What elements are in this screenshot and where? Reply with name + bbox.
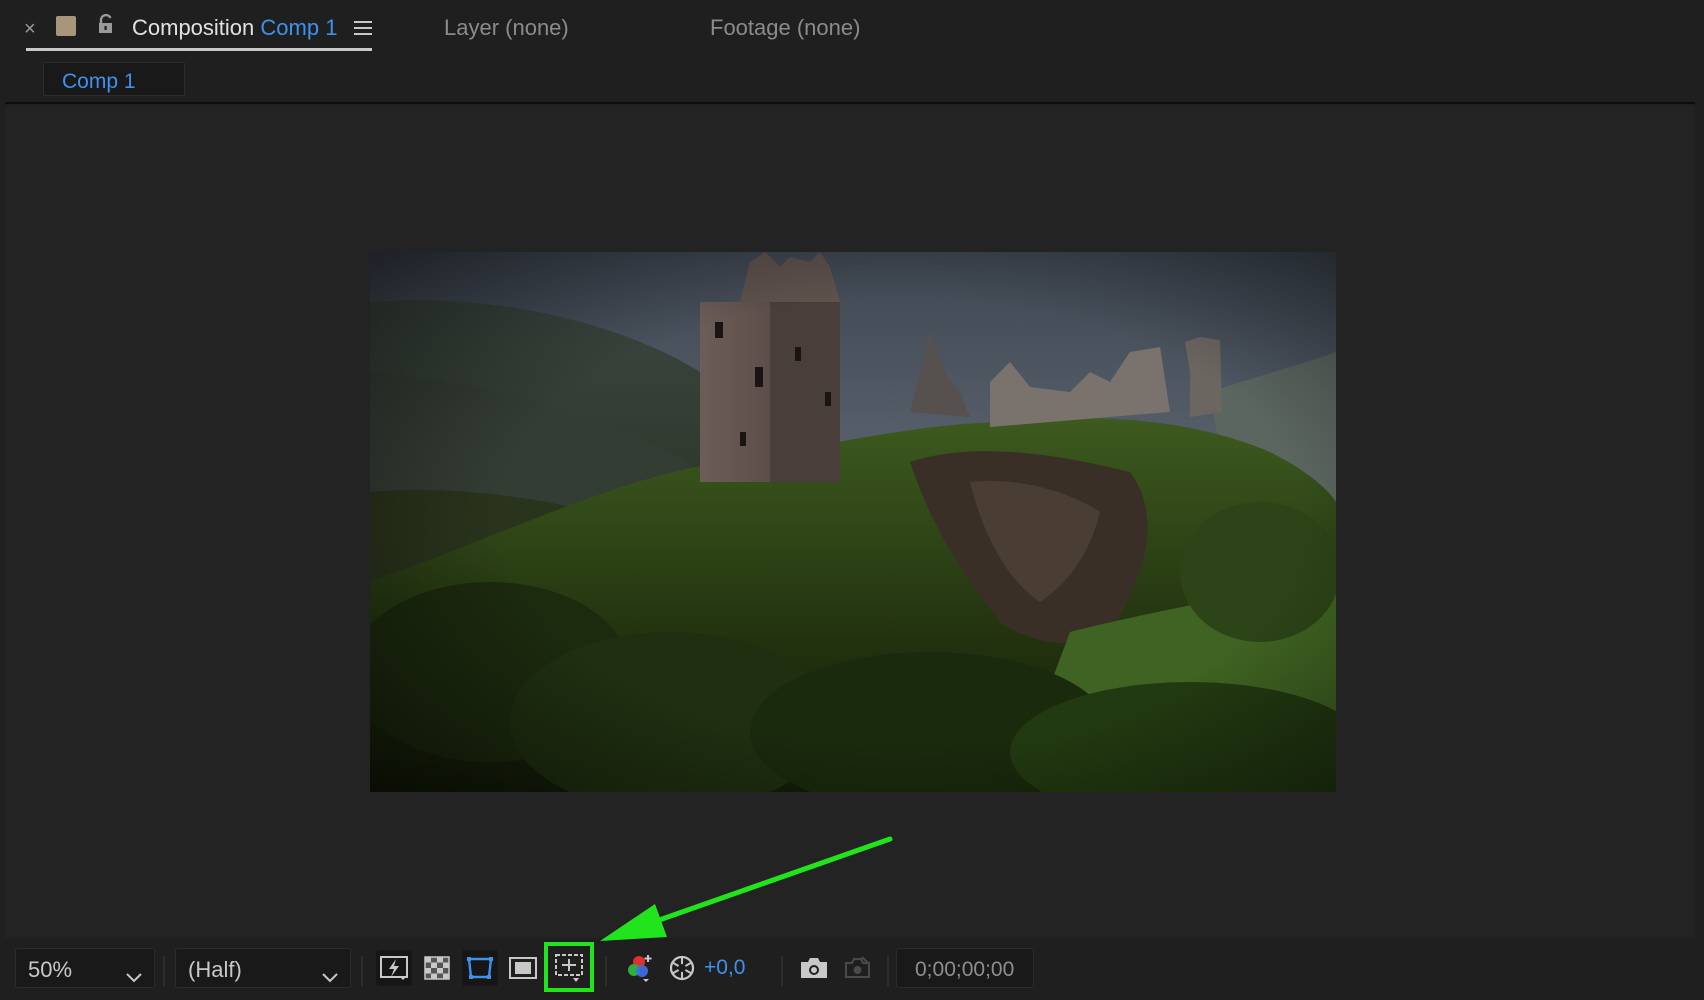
magnification-value: 50%: [28, 957, 73, 982]
grid-guides-highlight: [544, 942, 594, 992]
toolbar-divider: [887, 956, 889, 986]
chevron-down-icon: [322, 963, 338, 989]
active-tab-indicator: [26, 48, 372, 51]
composition-tab-name: Comp 1: [260, 15, 338, 40]
composition-panel: × Composition Comp 1 Layer (none) Footag…: [0, 0, 1704, 1000]
viewer-toolbar: 50% (Half) +0,0: [5, 942, 1695, 994]
toolbar-divider: [163, 956, 165, 986]
breadcrumb-comp[interactable]: Comp 1: [43, 62, 185, 96]
composition-tab-prefix: Composition: [132, 15, 255, 40]
panel-menu-icon[interactable]: [354, 20, 372, 41]
toolbar-divider: [781, 956, 783, 986]
castle-footage-image: [370, 252, 1336, 792]
transparency-grid-icon[interactable]: [419, 950, 455, 986]
footage-tab[interactable]: Footage (none): [710, 15, 860, 41]
layer-tab[interactable]: Layer (none): [444, 15, 569, 41]
unlock-icon[interactable]: [96, 13, 116, 41]
close-tab-icon[interactable]: ×: [24, 18, 36, 41]
region-of-interest-icon[interactable]: [505, 950, 541, 986]
chevron-down-icon: [126, 963, 142, 989]
panel-tab-bar: × Composition Comp 1 Layer (none) Footag…: [0, 0, 1704, 56]
toolbar-divider: [361, 956, 363, 986]
resolution-dropdown[interactable]: (Half): [175, 948, 351, 988]
reset-exposure-icon[interactable]: [664, 950, 700, 986]
magnification-dropdown[interactable]: 50%: [15, 948, 155, 988]
show-channel-icon[interactable]: [621, 950, 657, 986]
exposure-value[interactable]: +0,0: [704, 956, 745, 980]
toolbar-divider: [605, 956, 607, 986]
composition-frame[interactable]: [370, 252, 1336, 792]
mask-path-visibility-icon[interactable]: [462, 950, 498, 986]
composition-navigator: Comp 1: [5, 56, 1695, 104]
composition-tab[interactable]: Composition Comp 1: [132, 15, 337, 41]
current-time-display[interactable]: 0;00;00;00: [896, 948, 1034, 988]
composition-viewer[interactable]: [5, 106, 1695, 938]
fast-previews-icon[interactable]: [376, 950, 412, 986]
snapshot-camera-icon[interactable]: [796, 950, 832, 986]
resolution-value: (Half): [188, 957, 242, 982]
composition-color-swatch[interactable]: [56, 16, 76, 36]
show-snapshot-icon[interactable]: [839, 950, 875, 986]
